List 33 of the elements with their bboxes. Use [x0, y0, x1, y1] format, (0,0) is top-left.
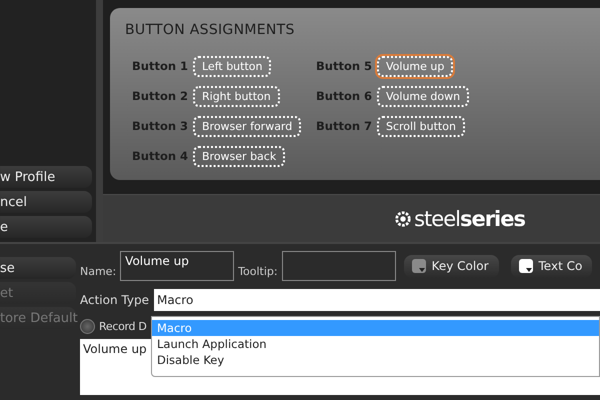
button-label: Button 5	[316, 59, 374, 73]
dropdown-option[interactable]: Disable Key	[152, 352, 599, 368]
assignment-button[interactable]: Browser back	[193, 146, 286, 166]
button-label: Button 7	[316, 119, 374, 133]
dropdown-option[interactable]: Launch Application	[152, 336, 599, 352]
color-button[interactable]: Text Co	[510, 254, 592, 278]
panel-title: BUTTON ASSIGNMENTS	[125, 22, 296, 38]
name-field[interactable]: Volume up	[120, 251, 234, 281]
record-label: Record D	[99, 320, 147, 332]
button-label: Button 6	[316, 89, 374, 103]
tooltip-field[interactable]	[282, 251, 396, 281]
button-label: Button 4	[132, 149, 190, 163]
sidebar-button[interactable]: e	[0, 216, 92, 238]
brand-logo-text: steelseries	[414, 206, 525, 230]
assignment-button[interactable]: Browser forward	[193, 116, 302, 136]
assignment-button[interactable]: Left button	[193, 56, 272, 76]
tooltip-label: Tooltip:	[238, 264, 278, 278]
radio-button[interactable]	[80, 318, 95, 334]
side-button[interactable]: se	[0, 257, 76, 279]
assignment-button[interactable]: Scroll button	[377, 116, 465, 136]
sidebar-button[interactable]: w Profile	[0, 166, 92, 188]
button-label: Button 1	[132, 59, 190, 73]
name-label: Name:	[80, 264, 116, 278]
button-label: Button 3	[132, 119, 190, 133]
assignment-button[interactable]: Volume down	[377, 86, 470, 106]
action-type-label: Action Type	[80, 293, 149, 307]
assignment-button[interactable]: Volume up	[377, 56, 454, 76]
assignment-button[interactable]: Right button	[193, 86, 280, 106]
action-type-dropdown[interactable]: Macro	[154, 289, 600, 311]
gear-logo-icon	[394, 210, 412, 228]
button-label: Button 2	[132, 89, 190, 103]
sidebar-button[interactable]: ncel	[0, 191, 92, 213]
color-button[interactable]: Key Color	[404, 254, 499, 278]
